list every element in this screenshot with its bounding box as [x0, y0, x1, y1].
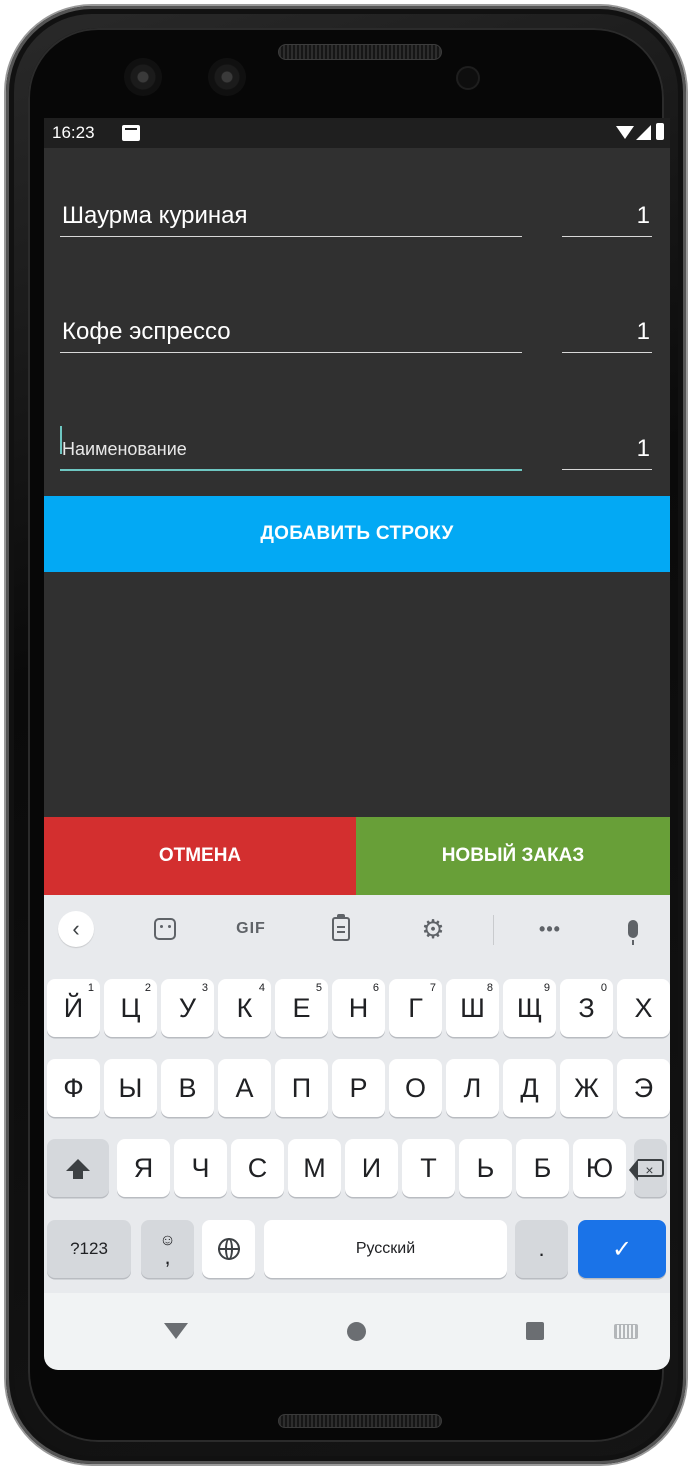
cell-signal-icon [636, 125, 651, 140]
item-name-value: Кофе эспрессо [62, 318, 231, 345]
navigation-bar [44, 1293, 670, 1370]
shift-icon [66, 1159, 90, 1179]
key[interactable]: О [389, 1059, 442, 1117]
order-row: Шаурма куриная 1 [44, 166, 670, 237]
key[interactable]: М [288, 1139, 341, 1197]
order-row: Кофе эспрессо 1 [44, 282, 670, 353]
key[interactable]: П [275, 1059, 328, 1117]
recents-icon[interactable] [526, 1322, 544, 1340]
battery-icon [656, 123, 664, 140]
enter-key[interactable]: ✓ [578, 1220, 666, 1278]
soft-keyboard: ‹ GIF ⚙ ••• Й1 Ц2 У3 К4 Е5 Н6 Г7 Ш8 Щ9 З… [44, 895, 670, 1293]
key[interactable]: Ш8 [446, 979, 499, 1037]
key[interactable]: И [345, 1139, 398, 1197]
item-name-input[interactable]: Наименование [60, 429, 522, 471]
key[interactable]: Д [503, 1059, 556, 1117]
backspace-icon: × [628, 1159, 664, 1181]
key[interactable]: Е5 [275, 979, 328, 1037]
wifi-icon [616, 126, 634, 139]
mic-icon[interactable] [618, 911, 648, 947]
item-quantity-value: 1 [636, 202, 650, 229]
item-quantity-value: 1 [636, 435, 650, 462]
item-quantity-field[interactable]: 1 [562, 312, 652, 353]
back-icon[interactable] [164, 1323, 188, 1339]
key[interactable]: В [161, 1059, 214, 1117]
notification-icon [122, 125, 140, 141]
more-icon[interactable]: ••• [532, 911, 568, 947]
key[interactable]: Б [516, 1139, 569, 1197]
settings-icon[interactable]: ⚙ [416, 911, 450, 947]
gif-icon[interactable]: GIF [226, 911, 276, 947]
front-camera-icon [124, 58, 162, 96]
key[interactable]: Ц2 [104, 979, 157, 1037]
keyboard-toolbar: ‹ GIF ⚙ ••• [44, 895, 670, 963]
keyboard-switch-icon[interactable] [614, 1324, 638, 1339]
key[interactable]: Ч [174, 1139, 227, 1197]
item-quantity-value: 1 [636, 318, 650, 345]
key[interactable]: Ж [560, 1059, 613, 1117]
status-bar: 16:23 [44, 118, 670, 148]
globe-icon [217, 1238, 240, 1260]
item-quantity-input[interactable]: 1 [562, 429, 652, 470]
symbols-key[interactable]: ?123 [47, 1220, 131, 1278]
item-name-field[interactable]: Шаурма куриная [60, 196, 522, 237]
key[interactable]: Г7 [389, 979, 442, 1037]
key[interactable]: Н6 [332, 979, 385, 1037]
app-screen: 16:23 Шаурма куриная 1 Кофе эспрессо 1 Н… [44, 118, 670, 1370]
key[interactable]: Т [402, 1139, 455, 1197]
proximity-sensor [456, 66, 480, 90]
key[interactable]: Л [446, 1059, 499, 1117]
clipboard-icon[interactable] [326, 911, 356, 947]
key[interactable]: З0 [560, 979, 613, 1037]
key[interactable]: Ю [573, 1139, 626, 1197]
cancel-button[interactable]: ОТМЕНА [44, 817, 356, 895]
key[interactable]: Ь [459, 1139, 512, 1197]
key[interactable]: Э [617, 1059, 670, 1117]
chevron-left-icon[interactable]: ‹ [58, 911, 94, 947]
key[interactable]: Х [617, 979, 670, 1037]
key[interactable]: С [231, 1139, 284, 1197]
emoji-comma-key[interactable]: ☺ , [141, 1220, 194, 1278]
new-order-button[interactable]: НОВЫЙ ЗАКАЗ [356, 817, 670, 895]
front-camera-icon [208, 58, 246, 96]
home-icon[interactable] [347, 1322, 366, 1341]
backspace-key[interactable]: × [628, 1139, 667, 1197]
key[interactable]: К4 [218, 979, 271, 1037]
text-cursor [60, 426, 62, 454]
key[interactable]: Ы [104, 1059, 157, 1117]
item-name-field[interactable]: Кофе эспрессо [60, 312, 522, 353]
new-order-row: Наименование 1 [44, 398, 670, 471]
item-name-value: Шаурма куриная [62, 202, 248, 229]
key[interactable]: У3 [161, 979, 214, 1037]
period-key[interactable]: . [515, 1220, 568, 1278]
add-row-button[interactable]: ДОБАВИТЬ СТРОКУ [44, 496, 670, 572]
bottom-speaker [278, 1414, 442, 1428]
item-name-placeholder: Наименование [62, 439, 187, 459]
key[interactable]: Я [117, 1139, 170, 1197]
space-key[interactable]: Русский [264, 1220, 507, 1278]
shift-key[interactable] [47, 1139, 109, 1197]
key[interactable]: Р [332, 1059, 385, 1117]
key[interactable]: Й1 [47, 979, 100, 1037]
sticker-icon[interactable] [148, 911, 182, 947]
key[interactable]: А [218, 1059, 271, 1117]
comma-label: , [164, 1244, 171, 1269]
earpiece-speaker [278, 44, 442, 60]
key[interactable]: Ф [47, 1059, 100, 1117]
key[interactable]: Щ9 [503, 979, 556, 1037]
toolbar-divider [493, 915, 494, 945]
status-time: 16:23 [52, 123, 95, 142]
language-key[interactable] [202, 1220, 255, 1278]
item-quantity-field[interactable]: 1 [562, 196, 652, 237]
